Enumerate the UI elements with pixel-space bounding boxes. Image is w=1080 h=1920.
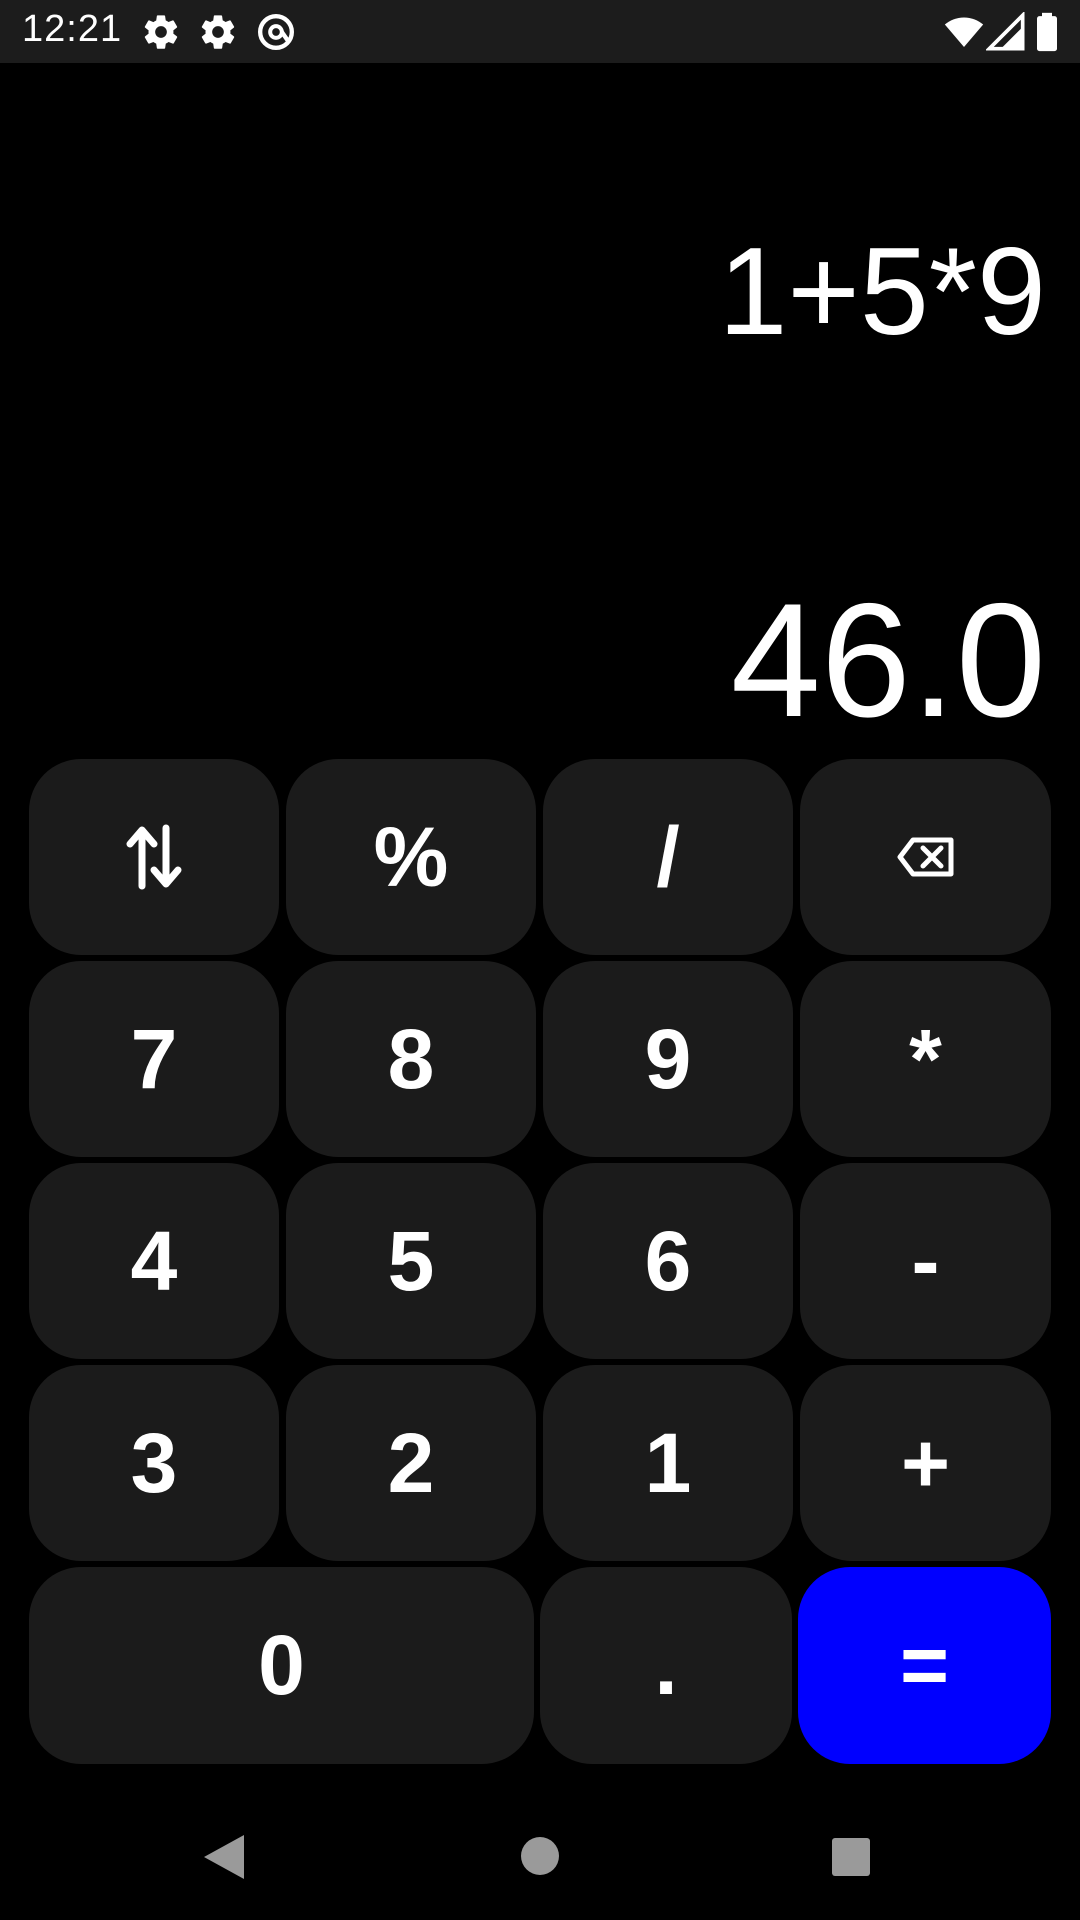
key-3[interactable]: 3 [29, 1365, 279, 1561]
status-bar: 12:21 [0, 0, 1080, 63]
navigation-bar [0, 1800, 1080, 1920]
signal-icon [986, 12, 1026, 52]
key-9[interactable]: 9 [543, 961, 793, 1157]
home-circle-icon[interactable] [520, 1836, 560, 1881]
gear-icon [141, 12, 181, 52]
back-triangle-icon[interactable] [202, 1833, 246, 1886]
battery-icon [1032, 12, 1062, 52]
equals-button[interactable]: = [798, 1567, 1051, 1764]
backspace-button[interactable] [800, 759, 1051, 955]
gear-icon [198, 12, 238, 52]
result-display: 46.0 [730, 570, 1046, 751]
key-5[interactable]: 5 [286, 1163, 536, 1359]
swap-vertical-icon [126, 824, 182, 890]
key-1[interactable]: 1 [543, 1365, 793, 1561]
key-7[interactable]: 7 [29, 961, 279, 1157]
expression-display: 1+5*9 [718, 223, 1046, 361]
plus-button[interactable]: + [800, 1365, 1051, 1561]
divide-button[interactable]: / [543, 759, 793, 955]
wifi-icon [942, 12, 986, 52]
swap-button[interactable] [29, 759, 279, 955]
minus-button[interactable]: - [800, 1163, 1051, 1359]
status-time: 12:21 [22, 8, 123, 50]
key-2[interactable]: 2 [286, 1365, 536, 1561]
backspace-icon [897, 837, 953, 877]
key-0[interactable]: 0 [29, 1567, 534, 1764]
decimal-button[interactable]: . [540, 1567, 792, 1764]
recents-square-icon[interactable] [831, 1837, 871, 1882]
key-8[interactable]: 8 [286, 961, 536, 1157]
multiply-button[interactable]: * [800, 961, 1051, 1157]
at-sign-icon [256, 12, 296, 52]
key-4[interactable]: 4 [29, 1163, 279, 1359]
key-6[interactable]: 6 [543, 1163, 793, 1359]
percent-button[interactable]: % [286, 759, 536, 955]
